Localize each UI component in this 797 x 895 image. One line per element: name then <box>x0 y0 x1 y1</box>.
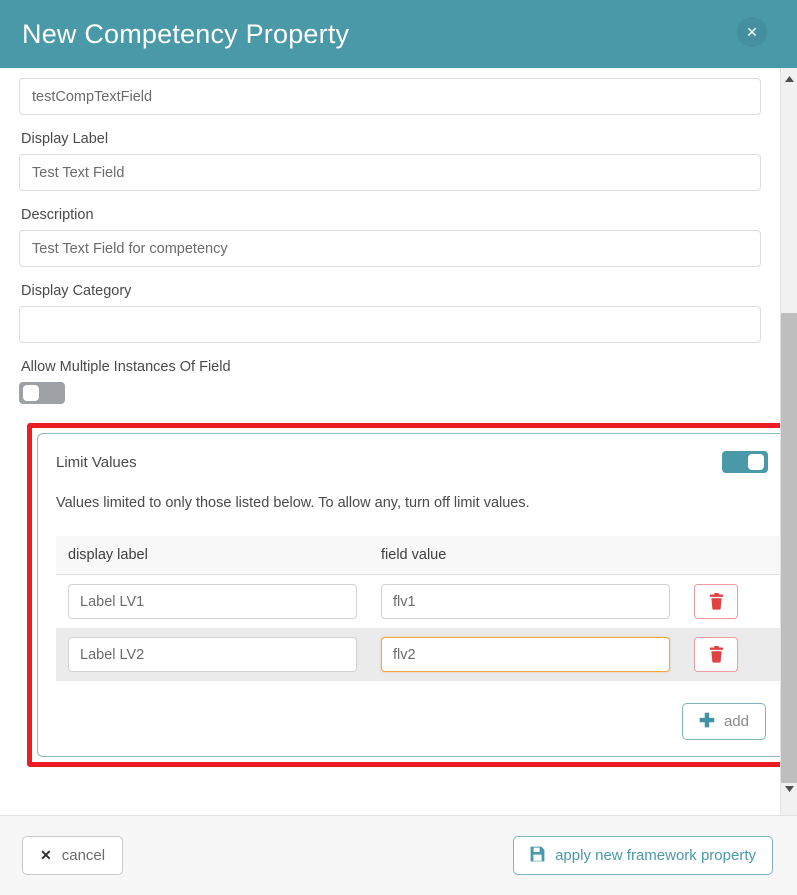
dialog-header: New Competency Property ✕ <box>0 0 797 68</box>
column-header-display-label: display label <box>56 536 369 575</box>
plus-icon: ✚ <box>699 711 715 732</box>
display-label-label: Display Label <box>21 131 109 147</box>
table-row <box>56 575 782 629</box>
delete-row-button[interactable] <box>694 584 738 619</box>
scroll-down-icon[interactable] <box>781 780 797 797</box>
vertical-scrollbar[interactable] <box>780 68 797 815</box>
limit-values-toggle[interactable] <box>722 451 768 473</box>
allow-multiple-toggle[interactable] <box>19 382 65 404</box>
display-label-input[interactable] <box>19 154 761 191</box>
system-name-input[interactable] <box>19 78 761 115</box>
add-value-button[interactable]: ✚ add <box>682 703 766 740</box>
cancel-button[interactable]: ✕ cancel <box>22 836 124 875</box>
row-display-label-input[interactable] <box>68 637 357 672</box>
limit-values-title: Limit Values <box>56 453 137 471</box>
table-header-row: display label field value <box>56 536 782 575</box>
table-row <box>56 628 782 681</box>
limit-values-description: Values limited to only those listed belo… <box>56 495 530 511</box>
scrollbar-thumb[interactable] <box>781 313 797 783</box>
description-label: Description <box>21 207 94 223</box>
cell-field-value <box>369 628 682 681</box>
limit-values-header: Limit Values <box>56 451 768 473</box>
close-x-icon: ✕ <box>40 847 52 863</box>
close-icon[interactable]: ✕ <box>737 17 767 47</box>
cell-display-label <box>56 575 369 629</box>
cell-display-label <box>56 628 369 681</box>
toggle-knob <box>23 385 39 401</box>
trash-icon <box>709 593 724 610</box>
description-input[interactable] <box>19 230 761 267</box>
cell-actions <box>682 575 782 629</box>
page-title: New Competency Property <box>22 18 350 49</box>
add-row-container: ✚ add <box>56 703 768 740</box>
apply-button[interactable]: apply new framework property <box>513 836 773 875</box>
column-header-actions <box>682 536 782 575</box>
form-content: Display Label Description Display Catego… <box>0 68 797 767</box>
dialog-footer: ✕ cancel apply new framework property <box>0 815 797 895</box>
new-competency-property-dialog: New Competency Property ✕ Display Label … <box>0 0 797 895</box>
dialog-body: Display Label Description Display Catego… <box>0 68 797 815</box>
toggle-knob <box>748 454 764 470</box>
cancel-button-label: cancel <box>61 847 106 864</box>
scroll-up-icon[interactable] <box>781 70 797 87</box>
limit-values-table: display label field value <box>56 536 782 681</box>
save-icon <box>530 846 545 865</box>
limit-values-card: Limit Values Values limited to only thos… <box>37 433 787 757</box>
allow-multiple-label: Allow Multiple Instances Of Field <box>21 359 231 375</box>
display-category-input[interactable] <box>19 306 761 343</box>
row-field-value-input[interactable] <box>381 637 670 672</box>
apply-button-label: apply new framework property <box>555 847 756 864</box>
delete-row-button[interactable] <box>694 637 738 672</box>
cell-field-value <box>369 575 682 629</box>
display-category-label: Display Category <box>21 283 132 299</box>
row-field-value-input[interactable] <box>381 584 670 619</box>
limit-values-highlight: Limit Values Values limited to only thos… <box>27 423 797 767</box>
column-header-field-value: field value <box>369 536 682 575</box>
trash-icon <box>709 646 724 663</box>
row-display-label-input[interactable] <box>68 584 357 619</box>
cell-actions <box>682 628 782 681</box>
add-button-label: add <box>723 713 749 730</box>
